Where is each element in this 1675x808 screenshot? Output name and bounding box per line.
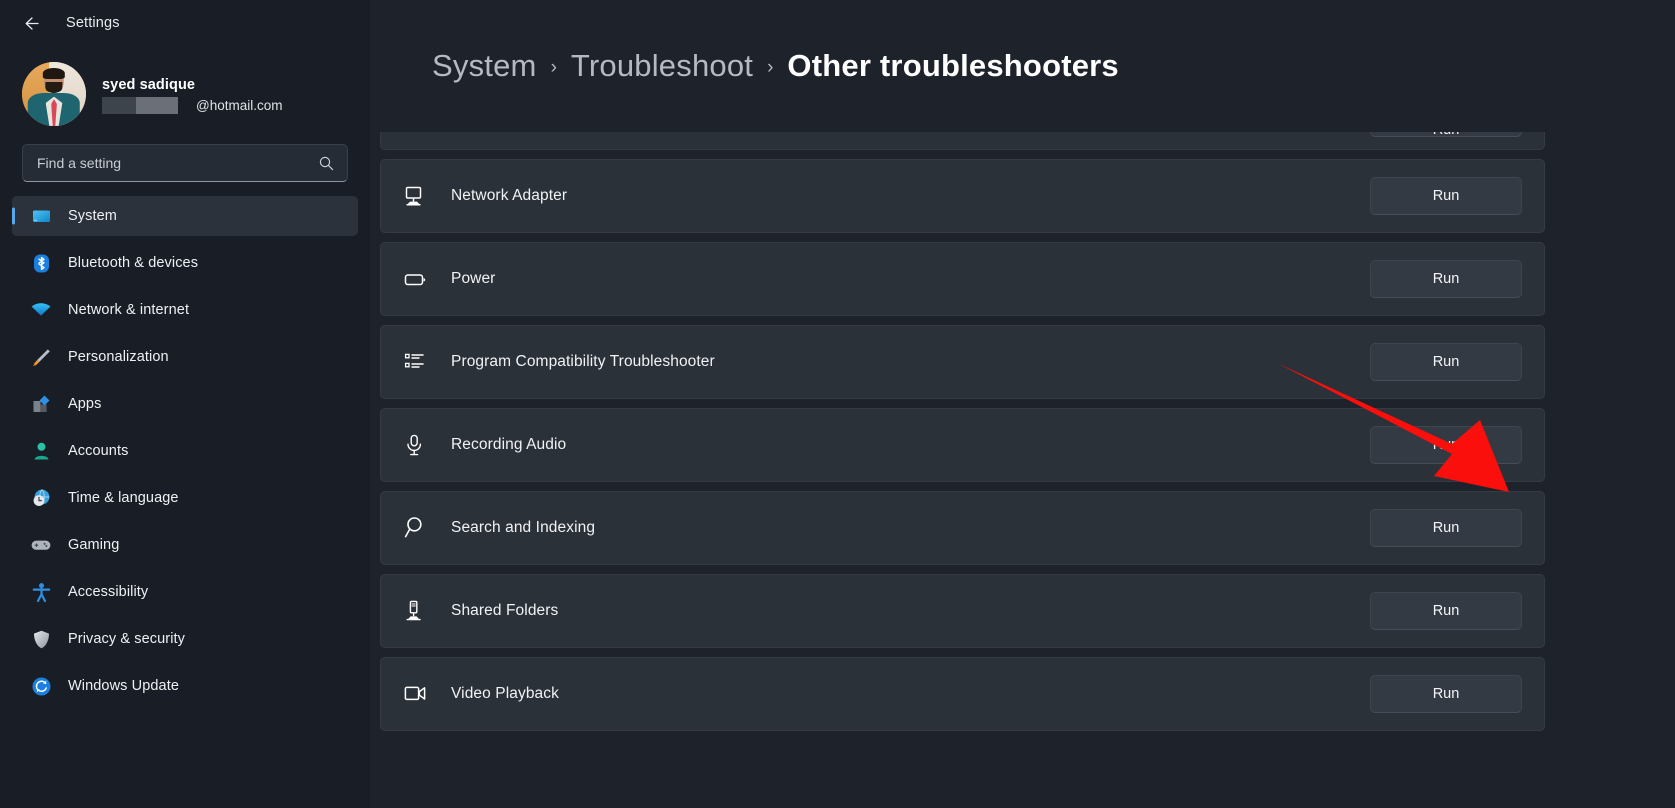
sidebar-item-label: Apps — [68, 396, 101, 412]
chevron-right-icon: › — [551, 54, 557, 79]
run-button[interactable]: Run — [1370, 509, 1522, 547]
sidebar-item-apps[interactable]: Apps — [12, 384, 358, 424]
refresh-icon — [30, 675, 52, 697]
microphone-icon — [403, 433, 437, 458]
back-button[interactable] — [14, 8, 48, 38]
search-container — [0, 130, 370, 182]
clock-globe-icon — [30, 487, 52, 509]
troubleshooter-label: Recording Audio — [437, 436, 1370, 454]
run-button[interactable]: Run — [1370, 260, 1522, 298]
title-bar: Settings — [0, 0, 370, 46]
back-arrow-icon — [22, 14, 41, 33]
wifi-icon — [30, 299, 52, 321]
table-row[interactable]: Shared Folders Run — [380, 574, 1545, 648]
account-tile[interactable]: syed sadique @hotmail.com — [0, 46, 370, 130]
account-name: syed sadique — [102, 77, 282, 93]
table-row[interactable]: Network Adapter Run — [380, 159, 1545, 233]
breadcrumb-troubleshoot[interactable]: Troubleshoot — [571, 48, 753, 84]
sidebar-item-label: Bluetooth & devices — [68, 255, 198, 271]
network-adapter-icon — [403, 184, 437, 209]
monitor-icon — [30, 205, 52, 227]
sidebar-item-label: Accounts — [68, 443, 128, 459]
gamepad-icon — [30, 534, 52, 556]
sidebar-item-gaming[interactable]: Gaming — [12, 525, 358, 565]
search-box[interactable] — [22, 144, 348, 182]
email-redaction-block — [136, 97, 178, 114]
chevron-right-icon: › — [767, 54, 773, 79]
page-title: Other troubleshooters — [787, 48, 1118, 84]
search-icon — [318, 155, 335, 172]
troubleshooter-label: Search and Indexing — [437, 519, 1370, 537]
troubleshooter-label: Program Compatibility Troubleshooter — [437, 353, 1370, 371]
accessibility-icon — [30, 581, 52, 603]
avatar — [22, 62, 86, 126]
troubleshooter-label: Video Playback — [437, 685, 1370, 703]
settings-window: Settings syed sadique @hotmail.com — [0, 0, 1675, 808]
video-camera-icon — [403, 681, 437, 708]
battery-icon — [403, 267, 437, 292]
table-row[interactable]: Search and Indexing Run — [380, 491, 1545, 565]
breadcrumb-system[interactable]: System — [432, 48, 537, 84]
search-input[interactable] — [37, 155, 318, 171]
magnifier-icon — [403, 515, 437, 542]
sidebar-item-network-internet[interactable]: Network & internet — [12, 290, 358, 330]
sidebar-item-label: Gaming — [68, 537, 119, 553]
run-button[interactable]: Run — [1370, 675, 1522, 713]
sidebar-item-label: Privacy & security — [68, 631, 185, 647]
table-row[interactable]: Power Run — [380, 242, 1545, 316]
paintbrush-icon — [30, 346, 52, 368]
sidebar-item-label: Network & internet — [68, 302, 189, 318]
run-button[interactable]: Run — [1370, 343, 1522, 381]
sidebar-item-privacy-security[interactable]: Privacy & security — [12, 619, 358, 659]
run-button[interactable]: Run — [1370, 426, 1522, 464]
sidebar-item-label: Time & language — [68, 490, 179, 506]
sidebar-item-accessibility[interactable]: Accessibility — [12, 572, 358, 612]
sidebar-item-label: Accessibility — [68, 584, 148, 600]
troubleshooter-list: Run Network Adapter Run — [370, 122, 1675, 808]
email-redaction-block — [102, 97, 136, 114]
shared-folders-icon — [403, 599, 437, 624]
sidebar-item-label: System — [68, 208, 117, 224]
sidebar-item-system[interactable]: System — [12, 196, 358, 236]
sidebar-item-bluetooth-devices[interactable]: Bluetooth & devices — [12, 243, 358, 283]
account-email: @hotmail.com — [102, 97, 282, 114]
app-title: Settings — [66, 15, 120, 31]
shield-icon — [30, 628, 52, 650]
table-row[interactable]: Video Playback Run — [380, 657, 1545, 731]
sidebar-item-label: Windows Update — [68, 678, 179, 694]
sidebar-nav: System Bluetooth & devices — [0, 196, 370, 706]
sidebar-item-accounts[interactable]: Accounts — [12, 431, 358, 471]
sidebar: Settings syed sadique @hotmail.com — [0, 0, 370, 808]
run-button[interactable]: Run — [1370, 592, 1522, 630]
apps-icon — [30, 393, 52, 415]
troubleshooter-label: Network Adapter — [437, 187, 1370, 205]
sidebar-item-label: Personalization — [68, 349, 169, 365]
account-email-domain: @hotmail.com — [196, 98, 282, 113]
breadcrumb: System › Troubleshoot › Other troublesho… — [370, 0, 1675, 132]
main-content: System › Troubleshoot › Other troublesho… — [370, 0, 1675, 808]
bluetooth-icon — [30, 252, 52, 274]
troubleshooter-label: Power — [437, 270, 1370, 288]
troubleshooter-label: Shared Folders — [437, 602, 1370, 620]
run-button[interactable]: Run — [1370, 177, 1522, 215]
sidebar-item-windows-update[interactable]: Windows Update — [12, 666, 358, 706]
table-row[interactable]: Program Compatibility Troubleshooter Run — [380, 325, 1545, 399]
sidebar-item-personalization[interactable]: Personalization — [12, 337, 358, 377]
person-icon — [30, 440, 52, 462]
list-icon — [403, 350, 437, 375]
sidebar-item-time-language[interactable]: Time & language — [12, 478, 358, 518]
table-row[interactable]: Recording Audio Run — [380, 408, 1545, 482]
